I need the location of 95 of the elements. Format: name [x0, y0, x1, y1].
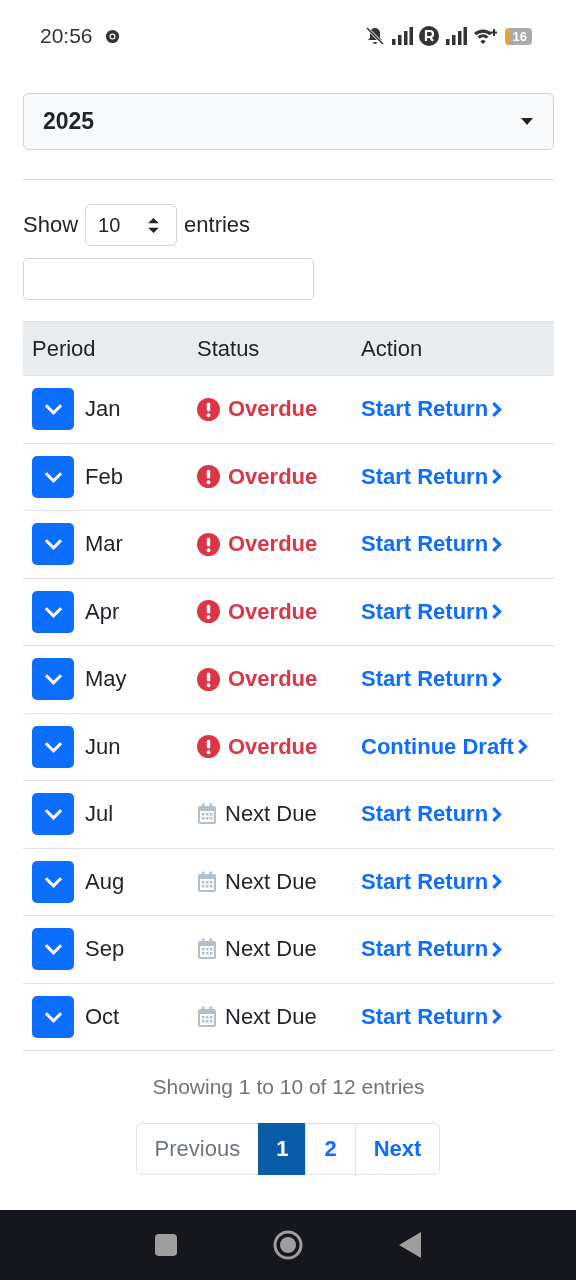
status-cell: Next Due [225, 801, 317, 828]
action-link[interactable]: Start Return [361, 463, 489, 490]
alert-icon [197, 397, 220, 421]
period-cell: Jun [85, 733, 121, 760]
wifi-icon [472, 26, 497, 46]
action-link[interactable]: Start Return [361, 936, 489, 963]
pagination-button[interactable]: Next [354, 1123, 441, 1175]
action-link[interactable]: Start Return [361, 868, 489, 895]
alert-icon [197, 532, 220, 556]
signal-icon [390, 26, 413, 46]
recents-icon [155, 1234, 177, 1256]
chevron-right-icon [491, 670, 503, 688]
chevron-right-icon [491, 873, 503, 891]
chevron-down-icon [43, 943, 63, 956]
pagination-button[interactable]: 1 [258, 1123, 307, 1175]
status-cell: Next Due [225, 1003, 317, 1030]
entries-info: Showing 1 to 10 of 12 entries [151, 1075, 426, 1099]
browser-icon [104, 28, 120, 44]
bell-off-icon [364, 26, 385, 46]
calendar-icon [197, 803, 217, 826]
period-cell: Sep [85, 936, 125, 963]
signal-icon [444, 26, 467, 46]
status-cell: Next Due [225, 868, 317, 895]
chevron-right-icon [491, 400, 503, 418]
status-cell: Overdue [228, 598, 318, 625]
column-header: Period [31, 335, 97, 362]
caret-icon [521, 118, 533, 125]
chevron-right-icon [491, 1008, 503, 1026]
expand-button[interactable] [32, 388, 74, 431]
battery-indicator: 16 [504, 27, 532, 45]
action-link[interactable]: Start Return [361, 666, 489, 693]
search-field[interactable] [23, 258, 314, 300]
expand-button[interactable] [32, 928, 74, 971]
alert-icon [197, 600, 220, 624]
chevron-down-icon [43, 875, 63, 888]
calendar-icon [197, 1005, 217, 1028]
column-header: Action [360, 335, 424, 362]
chevron-down-icon [43, 740, 63, 753]
status-cell: Overdue [228, 666, 318, 693]
expand-button[interactable] [32, 590, 74, 633]
chevron-down-icon [43, 1010, 63, 1023]
alert-icon [197, 667, 220, 691]
chevron-right-icon [491, 535, 503, 553]
alert-icon [197, 735, 220, 759]
period-cell: May [85, 666, 127, 693]
action-link[interactable]: Start Return [361, 1003, 489, 1030]
action-link[interactable]: Start Return [361, 598, 489, 625]
period-cell: Mar [85, 531, 123, 558]
expand-button[interactable] [32, 455, 74, 498]
entries-select[interactable]: 10 [85, 204, 178, 246]
chevron-down-icon [43, 403, 63, 416]
roaming-icon [418, 26, 439, 46]
chevron-right-icon [491, 603, 503, 621]
action-link[interactable]: Start Return [361, 801, 489, 828]
status-cell: Overdue [228, 733, 318, 760]
period-cell: Feb [85, 463, 123, 490]
chevron-down-icon [43, 673, 63, 686]
status-cell: Next Due [225, 936, 317, 963]
expand-button[interactable] [32, 793, 74, 836]
chevron-right-icon [491, 805, 503, 823]
home-icon [273, 1230, 303, 1260]
alert-icon [197, 465, 220, 489]
chevron-down-icon [43, 470, 63, 483]
action-link[interactable]: Continue Draft [361, 733, 514, 760]
calendar-icon [197, 938, 217, 961]
column-header: Status [196, 335, 261, 362]
status-cell: Overdue [228, 463, 318, 490]
back-icon [399, 1232, 421, 1258]
show-label: Show [23, 212, 79, 238]
calendar-icon [197, 870, 217, 893]
expand-button[interactable] [32, 658, 74, 701]
chevron-down-icon [43, 538, 63, 551]
status-cell: Overdue [228, 396, 318, 423]
period-cell: Oct [85, 1003, 120, 1030]
expand-button[interactable] [32, 523, 74, 566]
year-select[interactable]: 2025 [23, 93, 554, 150]
status-time: 20:56 [40, 24, 93, 48]
period-cell: Aug [85, 868, 125, 895]
chevron-right-icon [491, 468, 503, 486]
expand-button[interactable] [32, 725, 74, 768]
action-link[interactable]: Start Return [361, 531, 489, 558]
pagination-button[interactable]: 2 [305, 1123, 356, 1175]
chevron-right-icon [491, 940, 503, 958]
entries-label: entries [184, 212, 251, 238]
period-cell: Jan [85, 396, 121, 423]
chevron-down-icon [43, 808, 63, 821]
action-link[interactable]: Start Return [361, 396, 489, 423]
period-cell: Jul [85, 801, 114, 828]
period-cell: Apr [85, 598, 120, 625]
chevron-right-icon [516, 738, 528, 756]
spinner-arrows-icon [148, 217, 160, 233]
chevron-down-icon [43, 605, 63, 618]
expand-button[interactable] [32, 860, 74, 903]
expand-button[interactable] [32, 995, 74, 1038]
status-cell: Overdue [228, 531, 318, 558]
